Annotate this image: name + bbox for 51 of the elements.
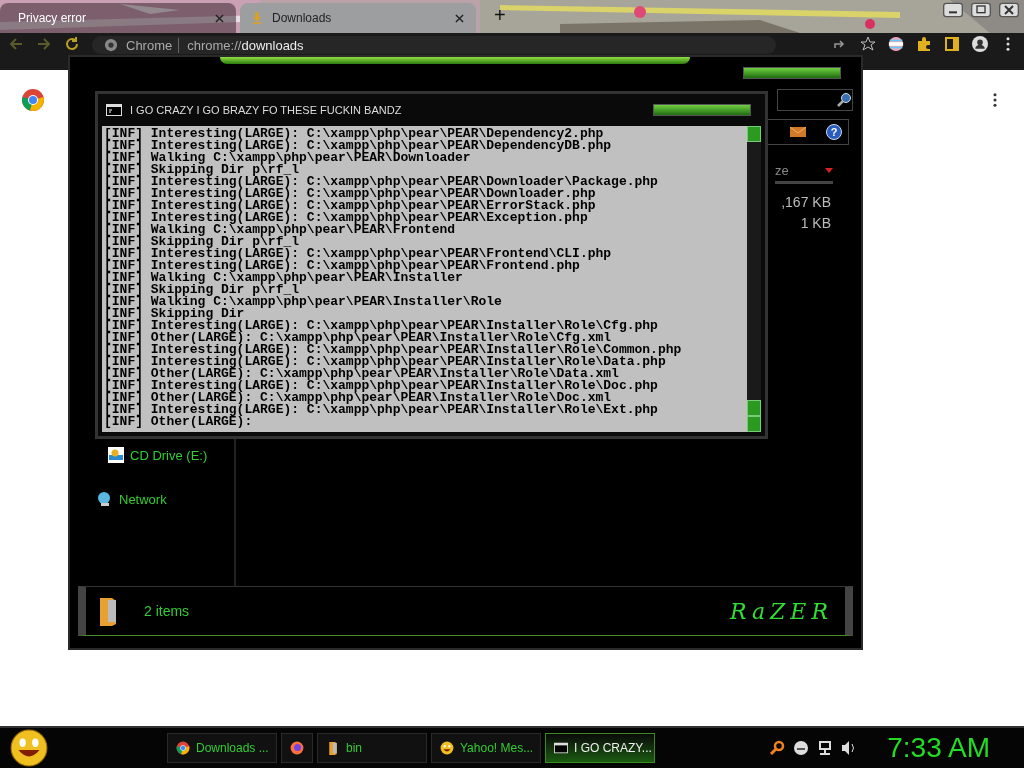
file-size: 1 KB: [800, 214, 832, 233]
search-field[interactable]: [777, 89, 853, 111]
back-button[interactable]: [8, 36, 24, 52]
address-bar[interactable]: Chrome chrome://downloads: [92, 36, 776, 54]
window-buttons[interactable]: [743, 67, 841, 79]
flag-icon[interactable]: [888, 36, 904, 52]
network-icon[interactable]: [817, 740, 834, 756]
download-icon: [252, 12, 262, 24]
razer-logo: RaZER: [729, 598, 833, 624]
search-icon[interactable]: [769, 740, 786, 756]
globe-icon: [97, 491, 113, 507]
console-output: [INF] Interesting(LARGE): C:\xampp\php\pear\PEAR\Dependency2.php [INF] Interesting(LARGE): C:\xampp\php\pear\PEAR\DependencyDB.php [INF] Walking C:\xampp\php\pear\PEAR\Downloader [INF] Skipping Dir p\rf_l [INF] Interesting(LARGE): C:\xampp\php\pear\PEAR\Downloader\Package.php [INF] Interesting(LARGE): C:\xampp\php\pear\PEAR\Downloader.php [INF] Interesting(LARGE): C:\xampp\php\pear\PEAR\ErrorStack.php [INF] Interesting(LARGE): C:\xampp\php\pear\PEAR\Exception.php [INF] Walking C:\xampp\php\pear\PEAR\Frontend [INF] Skipping Dir p\rf_l [INF] Interesting(LARGE): C:\xampp\php\pear\PEAR\Frontend\CLI.php [INF] Interesting(LARGE): C:\xampp\php\pear\PEAR\Frontend.php [INF] Walking C:\xampp\php\pear\PEAR\Installer [INF] Skipping Dir p\rf_l [INF] Walking C:\xampp\php\pear\PEAR\Installer\Role [INF] Skipping Dir [INF] Interesting(LARGE): C:\xampp\php\pear\PEAR\Installer\Role\Cfg.php [INF] Other(LARGE): C:\xampp\php\pear\PEAR\Installer\Role\Cfg.xml [INF] Interesting(LARGE): C:\xampp\php\pear\PEAR\Installer\Role\Common.php [INF] Interesting(LARGE): C:\xampp\php\pear\PEAR\Installer\Role\Data.php [INF] Other(LARGE): C:\xampp\php\pear\PEAR\Installer\Role\Data.xml [INF] Interesting(LARGE): C:\xampp\php\pear\PEAR\Installer\Role\Doc.php [INF] Other(LARGE): C:\xampp\php\pear\PEAR\Installer\Role\Doc.xml [INF] Interesting(LARGE): C:\xampp\php\pear\PEAR\Installer\Role\Ext.php [INF] Other(LARGE):: [103, 126, 683, 431]
taskbar-button[interactable]: Downloads ...: [167, 733, 277, 763]
close-icon[interactable]: [455, 13, 464, 23]
new-tab-button[interactable]: +: [494, 4, 506, 27]
file-size: ,167 KB: [781, 193, 832, 212]
taskbar-button[interactable]: I GO CRAZY...: [545, 733, 655, 763]
nav-item[interactable]: Network: [70, 489, 234, 509]
taskbar-button[interactable]: Yahoo! Mes...: [431, 733, 541, 763]
browser-tab[interactable]: Privacy error: [0, 3, 236, 33]
star-icon[interactable]: [860, 36, 876, 52]
folder-icon: [98, 596, 118, 626]
clock: 7:33 AM: [887, 732, 990, 764]
search-icon: [836, 92, 852, 108]
scrollbar[interactable]: [747, 126, 761, 432]
dropdown-arrow-icon[interactable]: [825, 167, 833, 173]
firefox-icon: [290, 741, 304, 755]
column-header[interactable]: ze: [775, 159, 833, 184]
disc-drive-icon: [108, 447, 124, 463]
console-icon: [106, 104, 122, 116]
smiley-start-button[interactable]: [10, 729, 48, 767]
close-icon[interactable]: [215, 13, 224, 23]
profile-icon[interactable]: [972, 36, 988, 52]
sidebar-icon[interactable]: [944, 36, 960, 52]
minimize-icon[interactable]: [942, 2, 964, 18]
window-buttons[interactable]: [653, 104, 751, 116]
taskbar-button[interactable]: bin: [317, 733, 427, 763]
restore-icon[interactable]: [970, 2, 992, 18]
puzzle-icon[interactable]: [916, 36, 932, 52]
nav-item[interactable]: CD Drive (E:): [70, 445, 234, 465]
close-icon[interactable]: [998, 2, 1020, 18]
window-title: I GO CRAZY I GO BRAZY FO THESE FUCKIN BANDZ: [130, 104, 403, 116]
more-icon[interactable]: [992, 92, 998, 108]
reload-button[interactable]: [64, 36, 80, 52]
browser-tab[interactable]: Downloads: [240, 3, 476, 33]
help-icon[interactable]: ?: [826, 124, 842, 140]
console-icon: [554, 741, 568, 755]
item-count: 2 items: [144, 603, 190, 619]
taskbar-button[interactable]: [281, 733, 313, 763]
forward-button[interactable]: [36, 36, 52, 52]
folder-icon: [326, 741, 340, 755]
